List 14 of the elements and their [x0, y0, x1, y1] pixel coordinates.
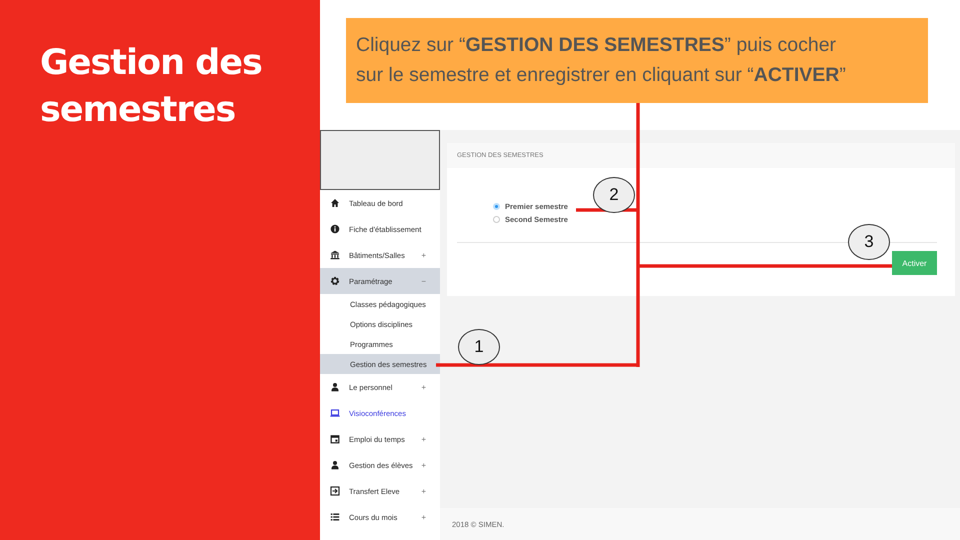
person-icon [330, 460, 340, 470]
slide-title: Gestion des semestres [40, 42, 263, 132]
settings-icon [330, 276, 340, 286]
instruction-callout: Cliquez sur “GESTION DES SEMESTRES” puis cocher sur le semestre et enregistrer en cliquant sur “ACTIVER” [346, 18, 928, 103]
login-icon [330, 486, 340, 496]
info-icon [330, 224, 340, 234]
person-icon [330, 382, 340, 392]
list-icon [330, 512, 340, 522]
home-icon [330, 198, 340, 208]
bank-icon [330, 250, 340, 260]
laptop-icon [330, 408, 340, 418]
radio-button[interactable] [493, 216, 500, 223]
radio-button[interactable] [493, 203, 500, 210]
calendar-icon [330, 434, 340, 444]
